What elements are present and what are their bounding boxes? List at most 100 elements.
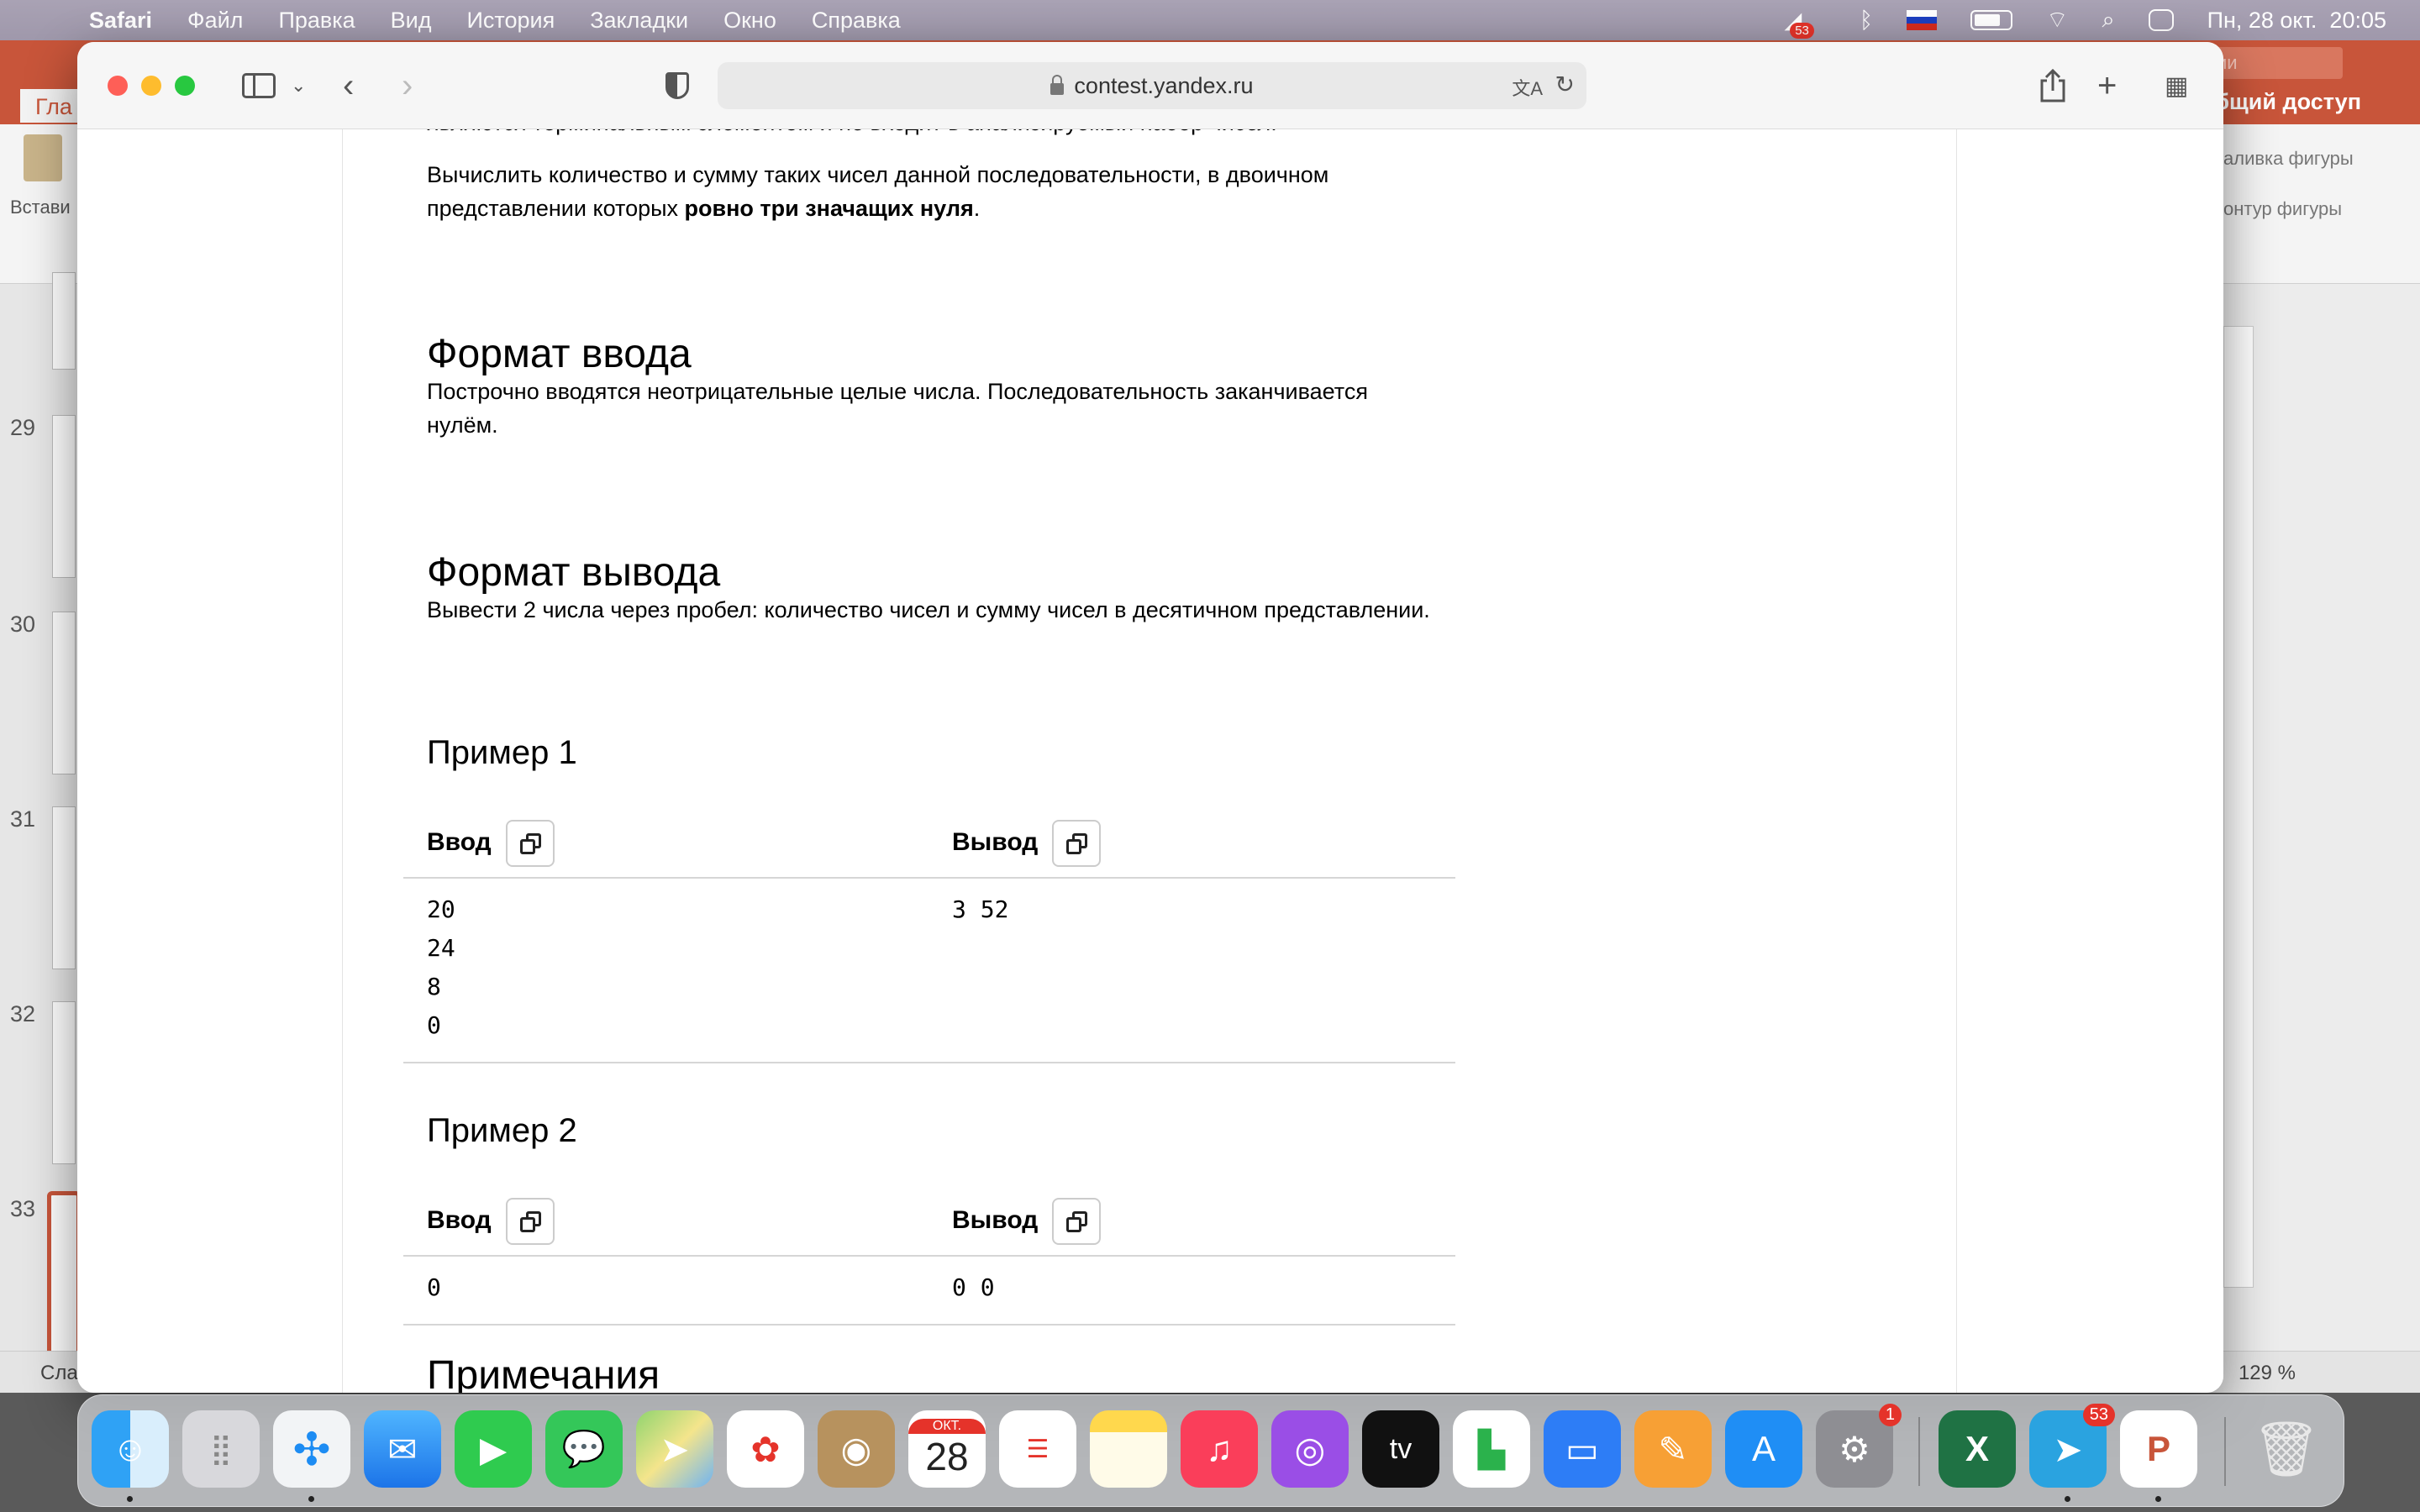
address-bar[interactable]: contest.yandex.ru 文A ↻ bbox=[718, 62, 1586, 109]
ppt-search-field[interactable]: ии bbox=[2208, 47, 2343, 79]
status-area: ◢53 ᛒ ⌔ ⌕ Пн, 28 окт. 20:05 bbox=[1750, 0, 2386, 40]
menu-view[interactable]: Вид bbox=[391, 8, 432, 34]
menu-window[interactable]: Окно bbox=[723, 8, 776, 34]
slide-number: 32 bbox=[10, 1001, 36, 1026]
keynote-icon[interactable]: ▭ bbox=[1544, 1410, 1621, 1488]
maps-icon[interactable]: ➤ bbox=[636, 1410, 713, 1488]
new-tab-plus-icon[interactable]: + bbox=[2097, 67, 2117, 104]
battery-icon[interactable] bbox=[1970, 10, 2013, 30]
cut-off-line: являются терминальным элементом и не вхо… bbox=[427, 129, 1277, 139]
back-button[interactable]: ‹ bbox=[343, 67, 354, 104]
wifi-icon[interactable]: ⌔ bbox=[2046, 6, 2068, 35]
window-minimize-button[interactable] bbox=[141, 76, 161, 96]
telegram-icon[interactable]: ➤ 53 bbox=[2029, 1404, 2115, 1488]
window-zoom-button[interactable] bbox=[175, 76, 195, 96]
slide-thumbnail[interactable] bbox=[52, 612, 76, 774]
example-2-input-data: 0 bbox=[427, 1268, 441, 1307]
mail-icon[interactable]: ✉ bbox=[364, 1410, 441, 1488]
intro-line-1: Вычислить количество и сумму таких чисел… bbox=[427, 162, 1329, 187]
intro-line-2: представлении которых ровно три значащих… bbox=[427, 192, 1519, 225]
slide-number: 31 bbox=[10, 806, 36, 832]
tab-overview-icon[interactable]: ▦ bbox=[2165, 67, 2188, 104]
numbers-icon[interactable]: ▙ bbox=[1453, 1410, 1530, 1488]
lock-icon bbox=[1050, 75, 1065, 95]
menu-edit[interactable]: Правка bbox=[278, 8, 355, 34]
privacy-shield-icon[interactable] bbox=[666, 72, 689, 99]
control-center-icon[interactable] bbox=[2148, 9, 2174, 31]
menu-bookmarks[interactable]: Закладки bbox=[590, 8, 688, 34]
notes-icon[interactable] bbox=[1090, 1410, 1167, 1488]
input-language-flag-icon[interactable] bbox=[1907, 10, 1938, 30]
spotlight-search-icon[interactable]: ⌕ bbox=[2102, 7, 2114, 34]
slide-number: 29 bbox=[10, 415, 36, 440]
example-2-output-label: Вывод bbox=[952, 1206, 1039, 1234]
menu-datetime[interactable]: Пн, 28 окт. 20:05 bbox=[2207, 8, 2386, 34]
copy-input-button[interactable] bbox=[506, 820, 555, 867]
slide-thumbnail[interactable] bbox=[52, 272, 76, 370]
translate-icon[interactable]: 文A bbox=[1512, 74, 1543, 101]
chevron-down-icon[interactable]: ⌄ bbox=[291, 67, 306, 104]
input-line: 24 bbox=[427, 934, 455, 962]
running-indicator bbox=[308, 1496, 314, 1502]
example-2-bottom-divider bbox=[403, 1324, 1455, 1326]
app-store-icon[interactable]: A bbox=[1725, 1410, 1802, 1488]
copy-output-button[interactable] bbox=[1052, 820, 1101, 867]
slide-thumbnail[interactable] bbox=[52, 806, 76, 969]
reminders-icon[interactable]: ☰ bbox=[999, 1410, 1076, 1488]
ppt-share-button[interactable]: бщий доступ bbox=[2215, 89, 2361, 115]
ppt-zoom-level[interactable]: 129 % bbox=[2238, 1362, 2296, 1385]
slide-thumbnail-active[interactable] bbox=[47, 1191, 81, 1368]
powerpoint-icon[interactable]: P bbox=[2120, 1410, 2197, 1488]
calendar-icon[interactable]: ОКТ. 28 bbox=[908, 1410, 986, 1488]
messages-icon[interactable]: 💬 bbox=[545, 1410, 623, 1488]
photos-icon[interactable]: ✿ bbox=[727, 1410, 804, 1488]
facetime-icon[interactable]: ▶ bbox=[455, 1410, 532, 1488]
reload-icon[interactable]: ↻ bbox=[1555, 71, 1575, 98]
ppt-shape-fill[interactable]: аливка фигуры bbox=[2223, 148, 2354, 170]
copy-icon-front bbox=[1066, 1217, 1081, 1232]
pages-icon[interactable]: ✎ bbox=[1634, 1410, 1712, 1488]
slide-thumbnail[interactable] bbox=[52, 415, 76, 578]
trash-icon[interactable]: 🗑 bbox=[2248, 1410, 2325, 1488]
apple-tv-icon[interactable]: tv bbox=[1362, 1410, 1439, 1488]
menu-history[interactable]: История bbox=[467, 8, 555, 34]
ppt-paste-icon[interactable] bbox=[24, 134, 62, 181]
contacts-icon[interactable]: ◉ bbox=[818, 1410, 895, 1488]
left-column-border bbox=[342, 129, 343, 1393]
finder-icon[interactable]: ☺ bbox=[92, 1410, 169, 1488]
running-indicator bbox=[2065, 1496, 2070, 1502]
extra-status-icon[interactable]: ◢53 bbox=[1784, 8, 1825, 39]
excel-icon[interactable]: X bbox=[1939, 1410, 2016, 1488]
slide-thumbnail[interactable] bbox=[52, 1001, 76, 1164]
example-1-header-divider bbox=[403, 877, 1455, 879]
share-icon[interactable] bbox=[2039, 67, 2067, 104]
menu-file[interactable]: Файл bbox=[187, 8, 243, 34]
system-settings-icon[interactable]: ⚙ 1 bbox=[1816, 1404, 1902, 1488]
input-line: 0 bbox=[427, 1273, 441, 1301]
ppt-shape-outline[interactable]: онтур фигуры bbox=[2223, 198, 2342, 220]
input-format-heading: Формат ввода bbox=[427, 332, 692, 376]
running-indicator bbox=[127, 1496, 133, 1502]
launchpad-icon[interactable]: ⣿ bbox=[182, 1410, 260, 1488]
window-close-button[interactable] bbox=[108, 76, 128, 96]
example-2-title: Пример 2 bbox=[427, 1112, 577, 1149]
bluetooth-icon[interactable]: ᛒ bbox=[1860, 8, 1873, 34]
example-1-input-label: Ввод bbox=[427, 828, 492, 856]
forward-button[interactable]: › bbox=[402, 67, 413, 104]
input-line: 0 bbox=[427, 1011, 441, 1039]
menu-app-safari[interactable]: Safari bbox=[89, 8, 152, 34]
input-format-line-1: Построчно вводятся неотрицательные целые… bbox=[427, 379, 1368, 404]
sidebar-toggle-icon[interactable] bbox=[242, 73, 276, 98]
copy-icon-front bbox=[520, 1217, 535, 1232]
copy-output-button[interactable] bbox=[1052, 1198, 1101, 1245]
copy-input-button[interactable] bbox=[506, 1198, 555, 1245]
menu-help[interactable]: Справка bbox=[812, 8, 901, 34]
podcasts-icon[interactable]: ◎ bbox=[1271, 1410, 1349, 1488]
music-icon[interactable]: ♫ bbox=[1181, 1410, 1258, 1488]
right-column-border bbox=[1956, 129, 1957, 1393]
safari-icon[interactable]: ✣ bbox=[273, 1410, 350, 1488]
output-line: 3 52 bbox=[952, 895, 1009, 923]
copy-icon-front bbox=[520, 839, 535, 854]
ppt-slide-canvas[interactable] bbox=[2223, 326, 2254, 1288]
intro-paragraph: Вычислить количество и сумму таких чисел… bbox=[427, 158, 1519, 225]
